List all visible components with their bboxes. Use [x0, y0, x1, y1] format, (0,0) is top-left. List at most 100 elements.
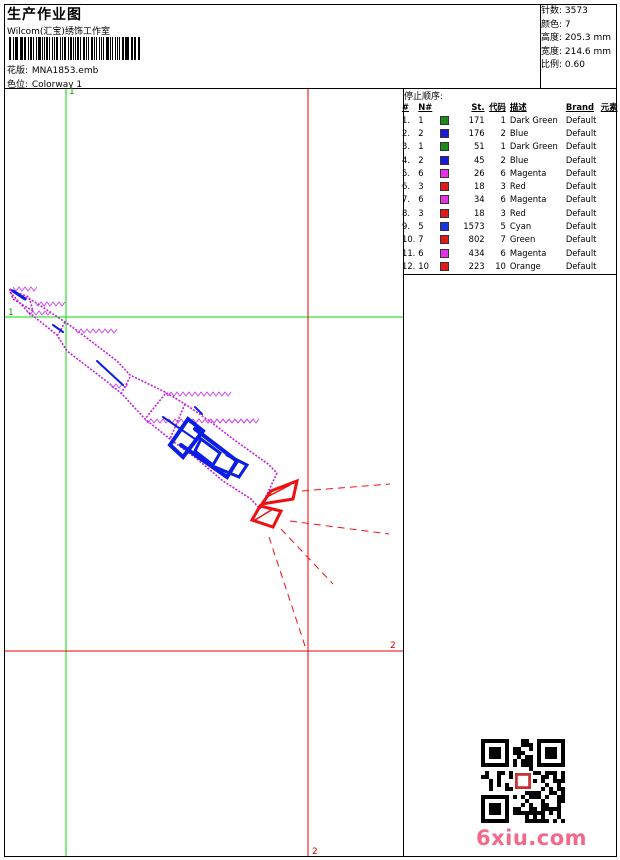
table-row: 12. 10 223 10 Orange Default	[402, 259, 620, 272]
needle-number: 7	[418, 234, 424, 245]
element-cell	[601, 233, 620, 246]
color-description: Cyan	[509, 221, 532, 232]
design-canvas	[5, 89, 403, 856]
color-swatch	[436, 233, 455, 246]
thread-color-swatch	[440, 182, 450, 192]
stitch-count-cell: 26	[473, 167, 485, 178]
row-number: 9.	[402, 221, 410, 232]
stitch-count-cell: 802	[468, 234, 485, 245]
design-scale: 比例: 0.60	[541, 60, 585, 71]
col-header-stitches: St.	[471, 101, 485, 112]
color-code: 1	[500, 114, 506, 125]
page-title: 生产作业图	[7, 7, 82, 23]
element-cell	[601, 219, 620, 232]
color-description: Green	[509, 234, 536, 245]
thread-brand: Default	[565, 207, 597, 218]
qr-code	[481, 739, 565, 823]
needle-number: 6	[418, 194, 424, 205]
element-cell	[601, 206, 620, 219]
thread-brand: Default	[565, 221, 597, 232]
thread-color-swatch	[440, 235, 450, 245]
marker-bottom-red: 2	[312, 847, 318, 857]
element-cell	[601, 179, 620, 192]
thread-color-swatch	[440, 155, 450, 165]
thread-color-swatch	[440, 128, 450, 138]
color-swatch	[436, 126, 455, 139]
color-swatch	[436, 193, 455, 206]
needle-number: 5	[418, 221, 424, 232]
needle-number: 6	[418, 167, 424, 178]
row-number: 7.	[402, 194, 410, 205]
thread-brand: Default	[565, 234, 597, 245]
thread-color-swatch	[440, 208, 450, 218]
thread-brand: Default	[565, 260, 597, 271]
color-swatch	[436, 259, 455, 272]
element-cell	[601, 113, 620, 126]
thread-brand: Default	[565, 114, 597, 125]
stitch-count: 针数: 3573	[541, 6, 588, 16]
color-count: 颜色: 7	[541, 19, 571, 30]
table-row: 6. 3 18 3 Red Default	[402, 179, 620, 192]
row-number: 10.	[402, 234, 416, 245]
thread-color-swatch	[440, 248, 450, 258]
table-row: 7. 6 34 6 Magenta Default	[402, 193, 620, 206]
thread-brand: Default	[565, 181, 597, 192]
design-file-value: MNA1853.emb	[31, 66, 99, 76]
thread-color-swatch	[440, 222, 450, 232]
color-swatch	[436, 166, 455, 179]
color-code: 2	[500, 154, 506, 165]
color-code: 5	[500, 221, 506, 232]
needle-number: 2	[418, 127, 424, 138]
stitch-count-cell: 223	[468, 260, 485, 271]
table-row: 11. 6 434 6 Magenta Default	[402, 246, 620, 259]
marker-left-green: 1	[8, 308, 14, 318]
color-code: 6	[500, 167, 506, 178]
row-number: 1.	[402, 114, 410, 125]
color-description: Red	[509, 181, 526, 192]
row-number: 5.	[402, 167, 410, 178]
studio-name: Wilcom(汇宝)绣饰工作室	[7, 27, 110, 37]
thread-brand: Default	[565, 127, 597, 138]
color-swatch	[436, 140, 455, 153]
color-description: Dark Green	[509, 114, 558, 125]
color-description: Orange	[509, 260, 541, 271]
needle-number: 1	[418, 114, 424, 125]
rocket-outline-zigzag	[12, 286, 260, 424]
col-header-code: 代码	[489, 101, 506, 112]
stitch-count-cell: 45	[473, 154, 485, 165]
stitch-count-cell: 18	[473, 181, 485, 192]
color-code: 6	[500, 247, 506, 258]
needle-number: 6	[418, 247, 424, 258]
color-swatch	[436, 246, 455, 259]
color-swatch	[436, 219, 455, 232]
thread-brand: Default	[565, 141, 597, 152]
thread-brand: Default	[565, 194, 597, 205]
table-row: 8. 3 18 3 Red Default	[402, 206, 620, 219]
color-description: Red	[509, 207, 526, 218]
table-row: 2. 2 176 2 Blue Default	[402, 126, 620, 139]
color-swatch	[436, 153, 455, 166]
row-number: 6.	[402, 181, 410, 192]
row-number: 4.	[402, 154, 410, 165]
needle-number: 3	[418, 207, 424, 218]
col-header-element: 元素	[600, 101, 618, 112]
table-row: 4. 2 45 2 Blue Default	[402, 153, 620, 166]
color-description: Magenta	[509, 194, 547, 205]
element-cell	[601, 153, 620, 166]
thread-color-swatch	[440, 261, 450, 271]
table-row: 5. 6 26 6 Magenta Default	[402, 166, 620, 179]
barcode	[9, 37, 141, 60]
color-description: Blue	[509, 127, 529, 138]
table-row: 1. 1 171 1 Dark Green Default	[402, 113, 620, 126]
stop-sequence-table: # N# St. 代码 描述 Brand 元素 1. 1 171 1 Dark Gree…	[402, 100, 620, 273]
needle-number: 10	[418, 260, 429, 271]
thread-color-swatch	[440, 115, 450, 125]
design-stats: 针数: 3573 颜色: 7 高度: 205.3 mm 宽度: 214.6 mm…	[541, 5, 611, 73]
table-header-row: # N# St. 代码 描述 Brand 元素	[402, 100, 620, 113]
table-row: 10. 7 802 7 Green Default	[402, 233, 620, 246]
element-cell	[601, 246, 620, 259]
design-file-row: 花版: MNA1853.emb	[7, 63, 98, 76]
color-description: Blue	[509, 154, 529, 165]
color-swatch	[436, 206, 455, 219]
thread-brand: Default	[565, 247, 597, 258]
